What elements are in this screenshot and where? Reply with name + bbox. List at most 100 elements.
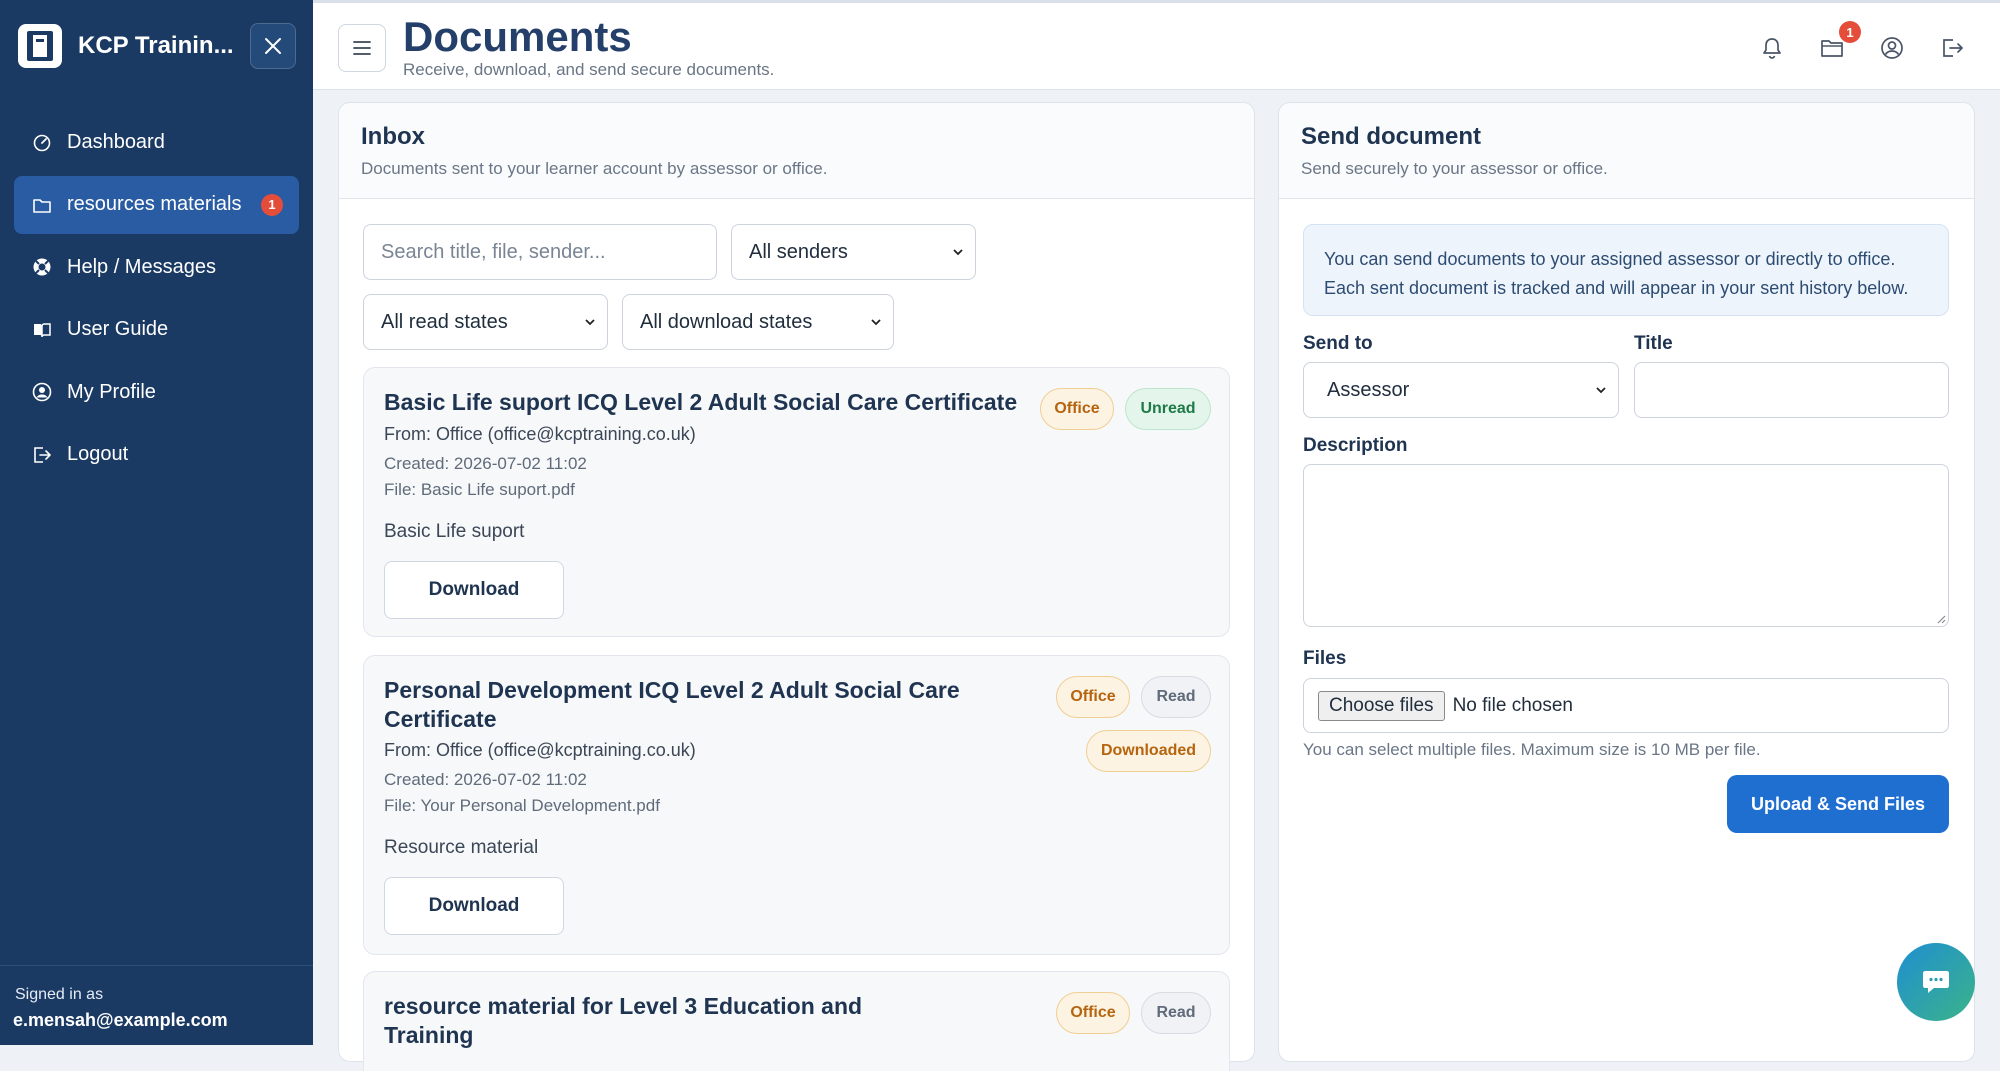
download-status-badge: Downloaded [1086,730,1211,772]
sender-filter-value: All senders [749,240,848,263]
file-input[interactable]: Choose files No file chosen [1303,678,1949,733]
sidebar-item-label: Dashboard [67,130,165,153]
chevron-down-icon [585,319,595,326]
user-circle-icon [1881,37,1903,59]
logout-icon [1943,39,1963,57]
logout-button[interactable] [1937,33,1967,63]
page-title: Documents [403,13,632,60]
download-state-filter-select[interactable]: All download states [622,294,894,350]
signed-in-email: e.mensah@example.com [13,1010,228,1030]
send-document-header: Send document Send securely to your asse… [1279,103,1974,199]
document-description: Resource material [384,837,539,858]
inbox-title: Inbox [361,123,425,150]
sidebar-item-logout[interactable]: Logout [14,426,299,484]
bell-icon [1763,38,1781,59]
read-status-badge: Read [1141,676,1211,718]
sidebar-item-resources[interactable]: resources materials 1 [14,175,299,234]
documents-button[interactable]: 1 [1817,21,1861,63]
send-info-box: You can send documents to your assigned … [1303,224,1949,316]
document-title: Basic Life suport ICQ Level 2 Adult Soci… [384,389,1018,415]
document-created: Created: 2026-07-02 11:02 [384,454,587,473]
download-button[interactable]: Download [384,561,564,619]
title-input[interactable] [1634,362,1949,418]
inbox-header: Inbox Documents sent to your learner acc… [339,103,1254,199]
search-input[interactable]: Search title, file, sender... [363,224,717,280]
files-hint: You can select multiple files. Maximum s… [1303,740,1761,759]
choose-files-button[interactable]: Choose files [1318,690,1445,721]
read-status-badge: Unread [1125,388,1211,430]
send-to-value: Assessor [1327,378,1410,401]
hamburger-icon [353,41,371,55]
chevron-down-icon [953,249,963,256]
brand-logo-icon [18,24,62,68]
chevron-down-icon [1596,387,1606,394]
sidebar-item-label: User Guide [67,318,169,340]
book-icon [31,319,53,341]
chat-icon [1923,971,1949,993]
sender-badge: Office [1056,992,1130,1034]
sidebar-item-help[interactable]: Help / Messages [14,238,299,296]
send-document-subtitle: Send securely to your assessor or office… [1301,159,1608,178]
notification-badge: 1 [1839,21,1861,43]
document-sender: From: Office (office@kcptraining.co.uk) [384,424,696,444]
signed-in-label: Signed in as [15,986,104,1003]
signed-in-info: Signed in as e.mensah@example.com [0,965,313,1045]
download-state-filter-value: All download states [640,310,813,333]
file-status: No file chosen [1452,694,1573,716]
document-title-line-1: Personal Development ICQ Level 2 Adult S… [384,677,960,703]
chat-button[interactable] [1897,943,1975,1021]
description-label: Description [1303,435,1408,456]
chevron-down-icon [871,319,881,326]
lifebuoy-icon [31,256,53,278]
close-sidebar-button[interactable] [250,23,296,69]
sender-badge: Office [1040,388,1114,430]
sidebar-item-dashboard[interactable]: Dashboard [14,113,299,171]
top-bar: Documents Receive, download, and send se… [313,0,2000,90]
sender-badge: Office [1056,676,1130,718]
page-subtitle: Receive, download, and send secure docum… [403,60,775,79]
sidebar-item-my-profile[interactable]: My Profile [14,363,299,421]
sidebar-nav: Dashboard resources materials 1 Help / M… [14,113,299,488]
notifications-button[interactable] [1757,33,1787,63]
send-to-label: Send to [1303,333,1373,354]
resize-handle-icon[interactable] [1934,612,1946,624]
brand-name: KCP Trainin... [78,32,234,59]
profile-button[interactable] [1877,33,1907,63]
read-state-filter-select[interactable]: All read states [363,294,608,350]
document-title-line-2: Certificate [384,706,497,732]
download-button[interactable]: Download [384,877,564,935]
document-item: Personal Development ICQ Level 2 Adult S… [363,655,1230,955]
upload-send-button[interactable]: Upload & Send Files [1727,775,1949,833]
document-title-line-1: resource material for Level 3 Education … [384,993,863,1019]
send-document-title: Send document [1301,123,1482,150]
menu-toggle-button[interactable] [338,24,386,72]
sender-filter-select[interactable]: All senders [731,224,976,280]
sidebar: KCP Trainin... Dashboard resources mater… [0,0,313,1045]
brand[interactable]: KCP Trainin... [18,24,234,68]
logout-icon [31,444,53,466]
sidebar-item-label: My Profile [67,380,156,403]
document-file: File: Basic Life suport.pdf [384,480,575,499]
gauge-icon [31,131,53,153]
inbox-subtitle: Documents sent to your learner account b… [361,159,828,178]
sidebar-item-label: Logout [67,443,129,465]
send-to-select[interactable]: Assessor [1303,362,1619,418]
document-title-line-2: Training [384,1022,474,1048]
document-created: Created: 2026-07-02 11:02 [384,770,587,789]
title-label: Title [1634,333,1673,354]
document-item: resource material for Level 3 Education … [363,971,1230,1071]
description-textarea[interactable] [1303,464,1949,627]
read-state-filter-value: All read states [381,310,508,333]
user-circle-icon [31,381,53,403]
document-item: Basic Life suport ICQ Level 2 Adult Soci… [363,367,1230,637]
document-sender: From: Office (office@kcptraining.co.uk) [384,740,696,760]
folder-icon [1821,40,1843,57]
files-label: Files [1303,648,1347,669]
folder-icon [31,194,53,216]
sidebar-item-label: Help / Messages [67,255,216,278]
document-description: Basic Life suport [384,521,525,542]
notification-badge: 1 [261,193,283,216]
sidebar-item-user-guide[interactable]: User Guide [14,301,299,359]
read-status-badge: Read [1141,992,1211,1034]
close-icon [265,38,281,54]
